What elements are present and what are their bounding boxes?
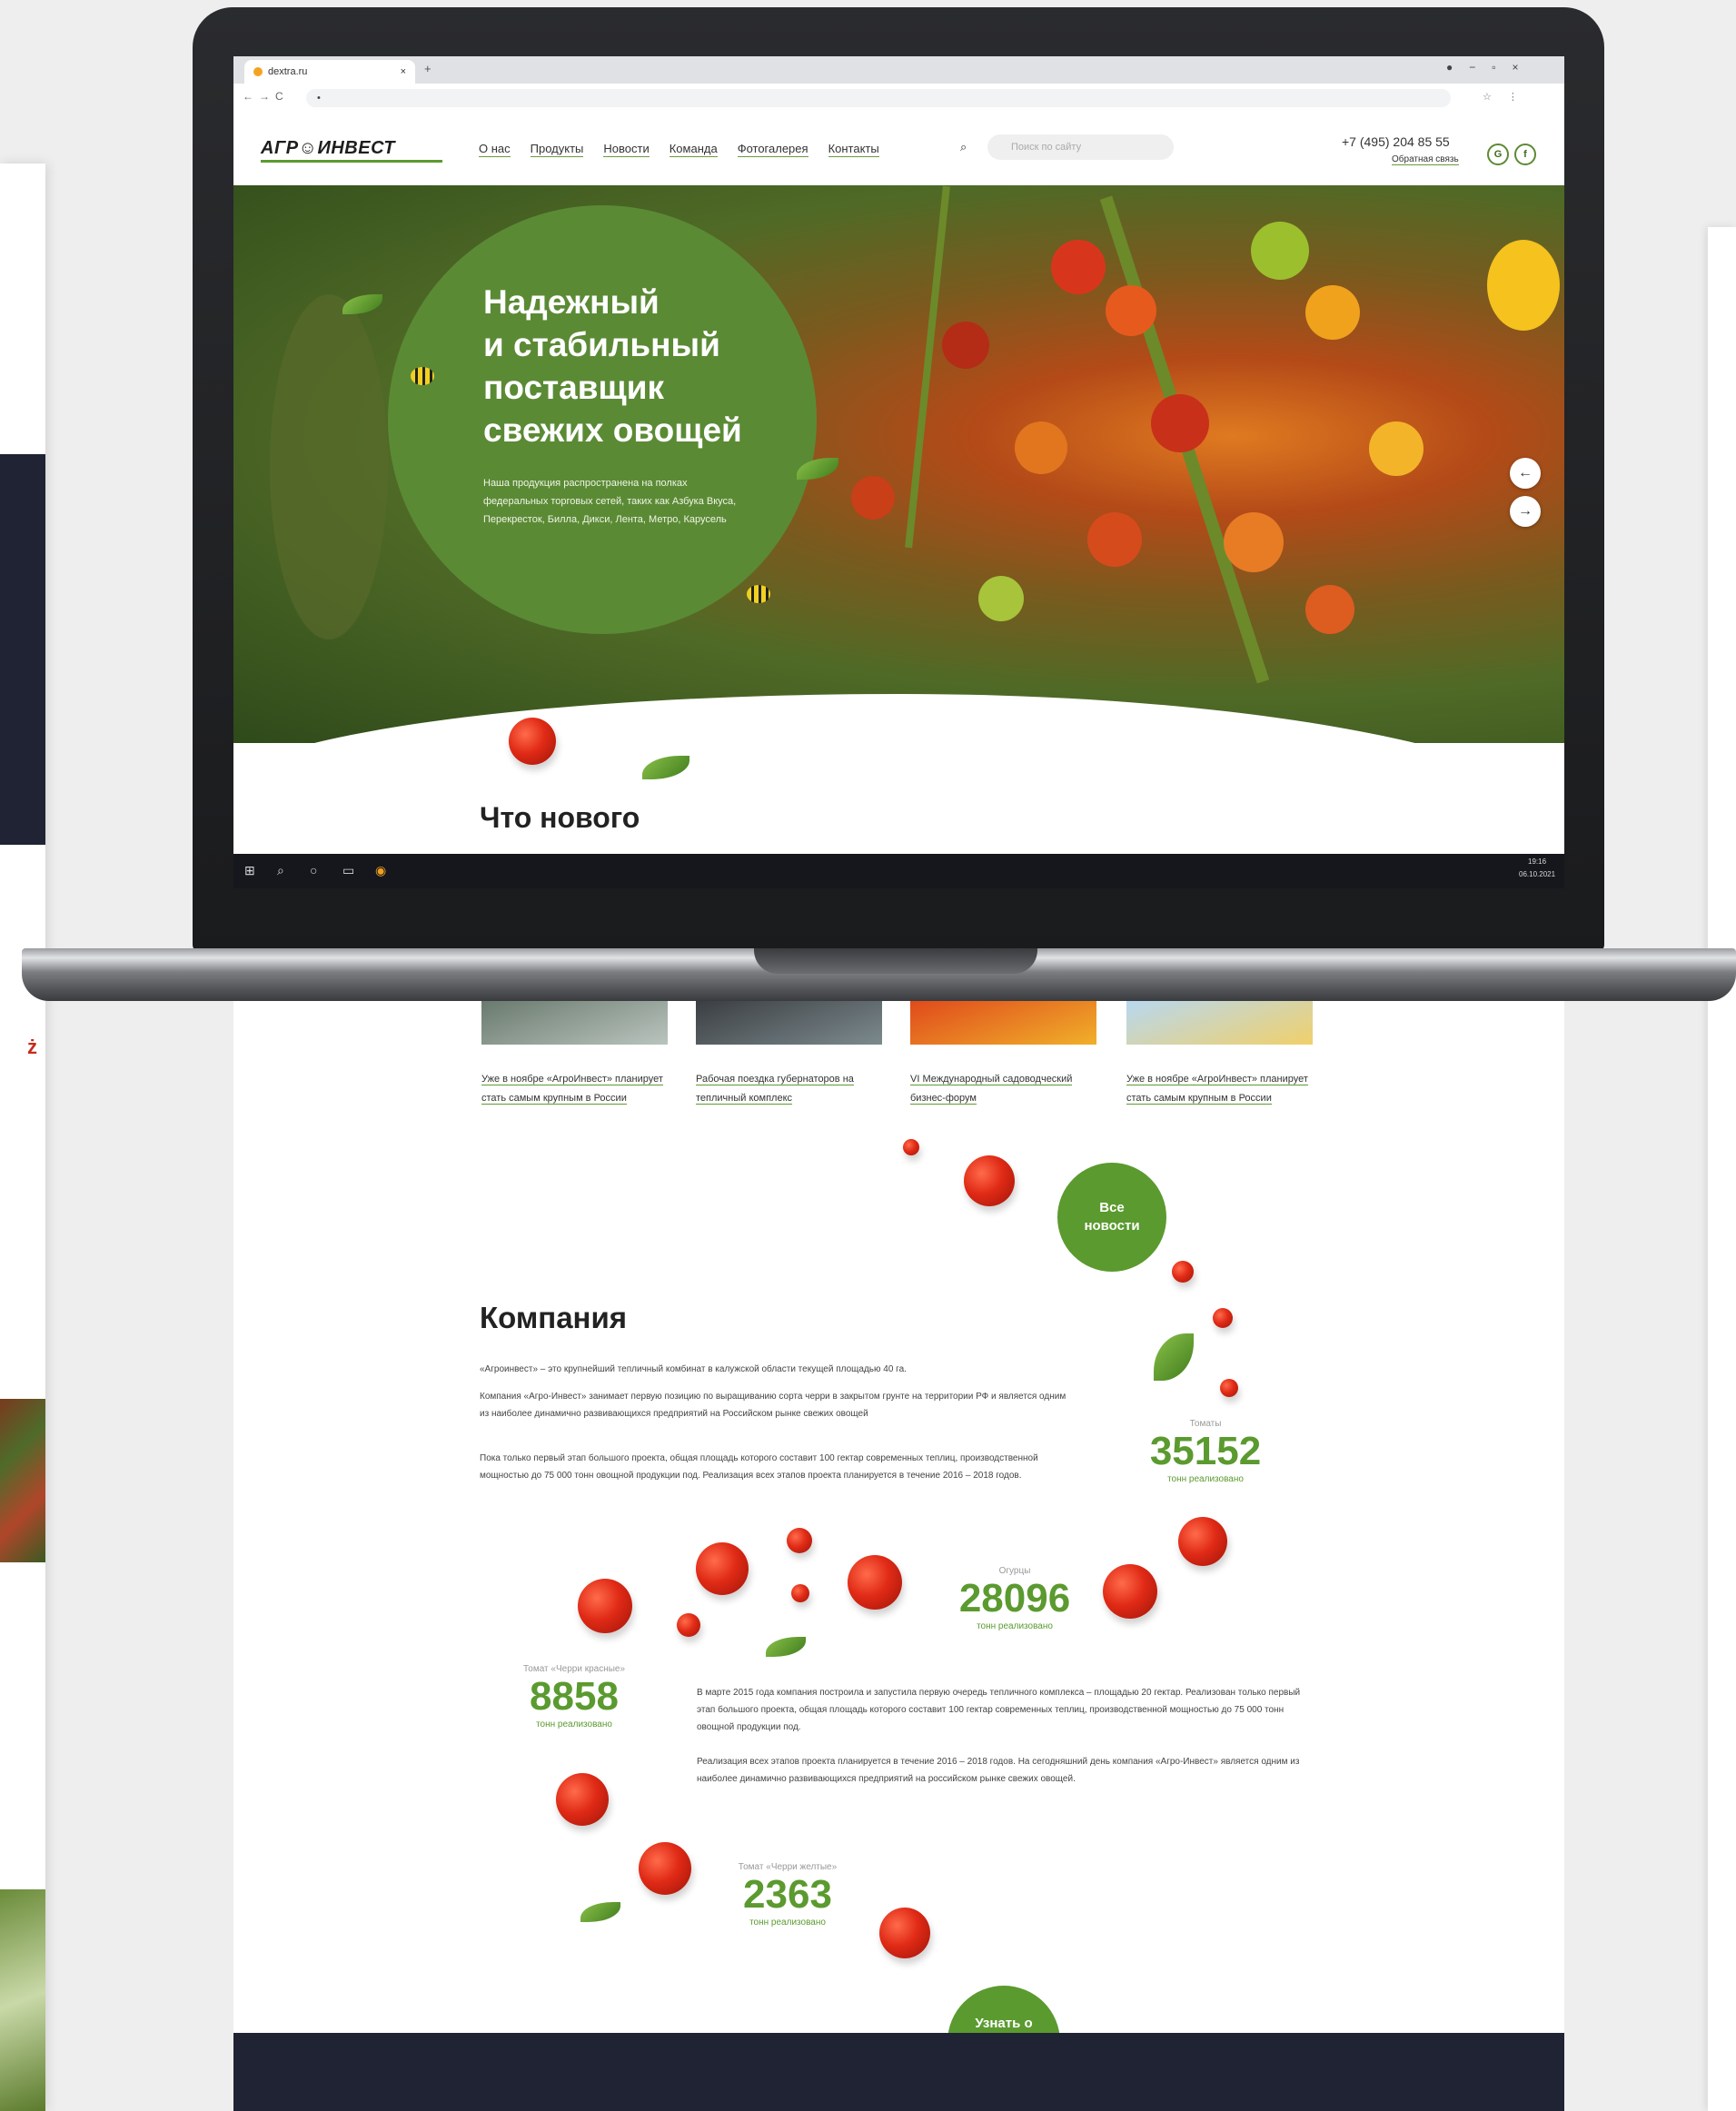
left-photo-tomatoes xyxy=(0,1399,45,1562)
tomato-decoration xyxy=(964,1155,1015,1206)
window-controls[interactable]: ●−▫× xyxy=(1446,61,1535,74)
site-logo[interactable]: АГР☺ИНВЕСТ xyxy=(261,138,395,159)
tomato-decoration xyxy=(578,1579,632,1633)
stat-cherry-yellow: Томат «Черри желтые» 2363 тонн реализова… xyxy=(738,1862,838,1928)
address-bar[interactable]: • xyxy=(306,89,1451,107)
nav-about[interactable]: О нас xyxy=(479,142,511,157)
dark-footer-section xyxy=(233,2033,1564,2111)
taskbar-time: 19:16 xyxy=(1528,857,1547,866)
news-card-title[interactable]: Рабочая поездка губернаторов на тепличны… xyxy=(696,1070,882,1108)
leaf-icon xyxy=(766,1637,806,1657)
hero-description: Наша продукция распространена на полках … xyxy=(483,478,737,525)
google-icon[interactable]: G xyxy=(1487,144,1509,165)
tomato-decoration xyxy=(787,1528,812,1553)
tomato-decoration xyxy=(1178,1517,1227,1566)
company-paragraph: Реализация всех этапов проекта планирует… xyxy=(697,1757,1300,1784)
cortana-icon[interactable]: ○ xyxy=(310,863,317,877)
site-header: АГР☺ИНВЕСТ О нас Продукты Новости Команд… xyxy=(233,113,1564,185)
tomato-decoration xyxy=(556,1773,609,1826)
leaf-icon xyxy=(342,294,382,314)
hero-next-button[interactable]: → xyxy=(1510,496,1541,527)
nav-arrows-icon[interactable]: ←→C xyxy=(243,90,289,103)
bee-icon xyxy=(411,367,434,385)
left-logo-mark: ż xyxy=(27,1036,37,1058)
laptop-screen: dextra.ru × + ●−▫× ←→C • ☆⋮ АГР☺ИНВЕСТ О… xyxy=(233,56,1564,888)
nav-gallery[interactable]: Фотогалерея xyxy=(737,142,808,157)
company-paragraph: «Агроинвест» – это крупнейший тепличный … xyxy=(480,1364,907,1374)
nav-contacts[interactable]: Контакты xyxy=(828,142,879,157)
browser-menu-icon[interactable]: ☆⋮ xyxy=(1483,91,1534,103)
news-section-title: Что нового xyxy=(480,801,640,834)
search-input[interactable]: Поиск по сайту xyxy=(987,134,1174,160)
hero-prev-button[interactable]: ← xyxy=(1510,458,1541,489)
close-tab-icon[interactable]: × xyxy=(401,66,406,77)
laptop-notch xyxy=(754,948,1037,974)
tomato-decoration xyxy=(879,1908,930,1958)
tomato-decoration xyxy=(791,1584,809,1602)
browser-tabbar: dextra.ru × + ●−▫× xyxy=(233,56,1564,84)
news-card-image[interactable] xyxy=(696,1001,882,1045)
page-continuation: Уже в ноябре «АгроИнвест» планирует стат… xyxy=(233,1001,1564,2111)
all-news-button[interactable]: Все новости xyxy=(1057,1163,1166,1272)
new-tab-icon[interactable]: + xyxy=(424,62,432,75)
windows-start-icon[interactable]: ⊞ xyxy=(244,863,255,878)
hero-wave xyxy=(233,694,1564,743)
news-card-image[interactable] xyxy=(481,1001,668,1045)
company-paragraph: В марте 2015 года компания построила и з… xyxy=(697,1688,1301,1732)
tomato-decoration xyxy=(696,1542,749,1595)
left-page-preview: ż xyxy=(0,164,45,2111)
taskbar-search-icon[interactable]: ⌕ xyxy=(277,863,284,878)
news-card-image[interactable] xyxy=(1126,1001,1313,1045)
nav-team[interactable]: Команда xyxy=(669,142,718,157)
tomato-decoration xyxy=(1220,1379,1238,1397)
facebook-icon[interactable]: f xyxy=(1514,144,1536,165)
leaf-icon xyxy=(580,1902,620,1922)
company-section-title: Компания xyxy=(480,1301,628,1334)
news-card-title[interactable]: VI Международный садоводческий бизнес-фо… xyxy=(910,1070,1096,1108)
news-card-title[interactable]: Уже в ноябре «АгроИнвест» планирует стат… xyxy=(481,1070,668,1108)
company-paragraph: Компания «Агро-Инвест» занимает первую п… xyxy=(480,1392,1066,1419)
main-nav: О нас Продукты Новости Команда Фотогалер… xyxy=(479,142,879,157)
logo-underline xyxy=(261,160,442,163)
phone-number[interactable]: +7 (495) 204 85 55 xyxy=(1342,134,1450,149)
tomato-decoration xyxy=(903,1139,919,1155)
task-view-icon[interactable]: ▭ xyxy=(342,863,354,878)
stat-tomatoes: Томаты 35152 тонн реализовано xyxy=(1149,1419,1262,1484)
tomato-decoration xyxy=(1103,1564,1157,1619)
tomato-decoration xyxy=(509,718,556,765)
company-paragraph: Пока только первый этап большого проекта… xyxy=(480,1453,1038,1481)
right-page-preview xyxy=(1708,227,1736,2111)
tab-title: dextra.ru xyxy=(268,66,308,77)
bee-icon xyxy=(747,585,770,603)
left-dark-section xyxy=(0,454,45,845)
left-photo-greenhouse xyxy=(0,1889,45,2111)
leaf-icon xyxy=(642,756,689,779)
tomato-decoration xyxy=(639,1842,691,1895)
browser-tab[interactable]: dextra.ru × xyxy=(244,60,415,84)
news-card-title[interactable]: Уже в ноябре «АгроИнвест» планирует стат… xyxy=(1126,1070,1313,1108)
tomato-decoration xyxy=(677,1613,700,1637)
stat-cherry-red: Томат «Черри красные» 8858 тонн реализов… xyxy=(522,1664,626,1729)
windows-taskbar: ⊞ ⌕ ○ ▭ ◉ 19:16 06.10.2021 xyxy=(233,854,1564,888)
nav-products[interactable]: Продукты xyxy=(530,142,584,157)
taskbar-date: 06.10.2021 xyxy=(1519,870,1556,878)
leaf-icon xyxy=(1154,1333,1194,1381)
news-card-image[interactable] xyxy=(910,1001,1096,1045)
callback-link[interactable]: Обратная связь xyxy=(1392,154,1459,165)
tomato-decoration xyxy=(848,1555,902,1610)
hero-banner: Надежный и стабильный поставщик свежих о… xyxy=(233,185,1564,743)
tomato-decoration xyxy=(1213,1308,1233,1328)
hero-title: Надежный и стабильный поставщик свежих о… xyxy=(483,283,742,449)
chrome-taskbar-icon[interactable]: ◉ xyxy=(375,863,386,878)
tomato-decoration xyxy=(1172,1261,1194,1283)
favicon-icon xyxy=(253,67,263,76)
nav-news[interactable]: Новости xyxy=(603,142,650,157)
browser-urlbar: ←→C • ☆⋮ xyxy=(233,84,1564,114)
stat-cucumbers: Огурцы 28096 тонн реализовано xyxy=(958,1566,1071,1631)
search-icon[interactable]: ⌕ xyxy=(960,140,967,154)
